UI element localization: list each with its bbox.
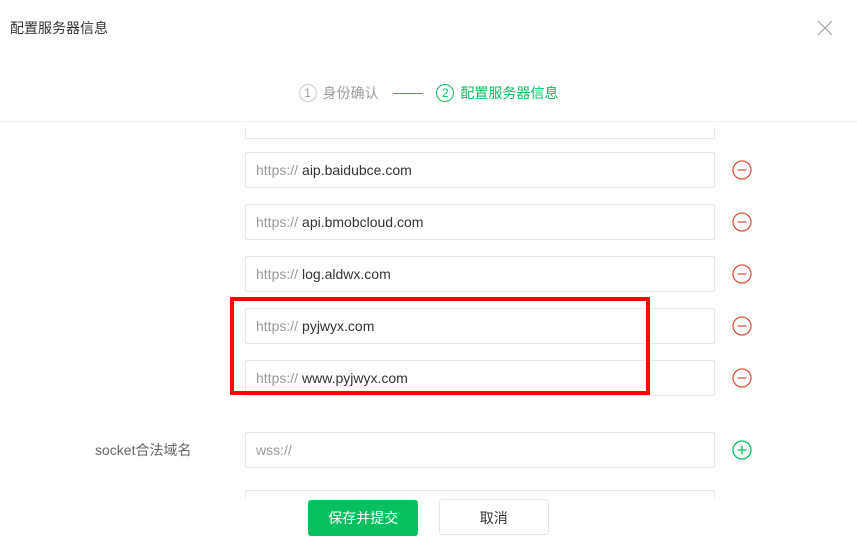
domain-input[interactable] <box>302 162 704 178</box>
step-2-label: 配置服务器信息 <box>460 83 558 103</box>
url-prefix: https:// <box>256 214 298 230</box>
partial-row-top <box>245 122 855 144</box>
minus-circle-icon <box>731 211 753 233</box>
minus-circle-icon <box>731 315 753 337</box>
domain-field[interactable]: https:// <box>245 308 715 344</box>
socket-field[interactable]: wss:// <box>245 432 715 468</box>
remove-button[interactable] <box>731 315 753 337</box>
domain-row: https:// <box>245 248 855 300</box>
step-indicator: 1 身份确认 2 配置服务器信息 <box>0 83 857 103</box>
partial-row-bottom <box>245 490 715 498</box>
minus-circle-icon <box>731 159 753 181</box>
remove-button[interactable] <box>731 159 753 181</box>
url-prefix: https:// <box>256 318 298 334</box>
domain-input[interactable] <box>302 266 704 282</box>
step-1-number: 1 <box>299 84 317 102</box>
socket-input[interactable] <box>296 442 704 458</box>
socket-row: socket合法域名 wss:// <box>245 424 855 476</box>
domain-row: https:// <box>245 196 855 248</box>
close-icon <box>815 18 835 38</box>
domain-input[interactable] <box>302 318 704 334</box>
form-content: https:// https:// <box>0 121 857 498</box>
domain-row: https:// <box>245 144 855 196</box>
remove-button[interactable] <box>731 211 753 233</box>
minus-circle-icon <box>731 263 753 285</box>
step-2: 2 配置服务器信息 <box>436 83 558 103</box>
footer-actions: 保存并提交 取消 <box>0 499 857 536</box>
domain-field[interactable]: https:// <box>245 152 715 188</box>
save-submit-button[interactable]: 保存并提交 <box>308 500 418 536</box>
page-title: 配置服务器信息 <box>0 0 857 38</box>
url-prefix: https:// <box>256 370 298 386</box>
url-prefix: https:// <box>256 266 298 282</box>
step-1: 1 身份确认 <box>299 83 379 103</box>
socket-label: socket合法域名 <box>95 440 235 460</box>
domain-row: https:// <box>245 300 855 352</box>
minus-circle-icon <box>731 367 753 389</box>
url-prefix: wss:// <box>256 442 292 458</box>
domain-field[interactable]: https:// <box>245 360 715 396</box>
step-1-label: 身份确认 <box>323 83 379 103</box>
domain-field[interactable]: https:// <box>245 204 715 240</box>
close-button[interactable] <box>815 18 835 38</box>
domain-field[interactable]: https:// <box>245 256 715 292</box>
step-separator <box>393 93 423 94</box>
add-button[interactable] <box>731 439 753 461</box>
partial-field-top <box>245 127 715 139</box>
remove-button[interactable] <box>731 263 753 285</box>
domain-input[interactable] <box>302 370 704 386</box>
cancel-button[interactable]: 取消 <box>439 499 549 535</box>
remove-button[interactable] <box>731 367 753 389</box>
url-prefix: https:// <box>256 162 298 178</box>
step-2-number: 2 <box>436 84 454 102</box>
plus-circle-icon <box>731 439 753 461</box>
domain-input[interactable] <box>302 214 704 230</box>
domain-row: https:// <box>245 352 855 404</box>
